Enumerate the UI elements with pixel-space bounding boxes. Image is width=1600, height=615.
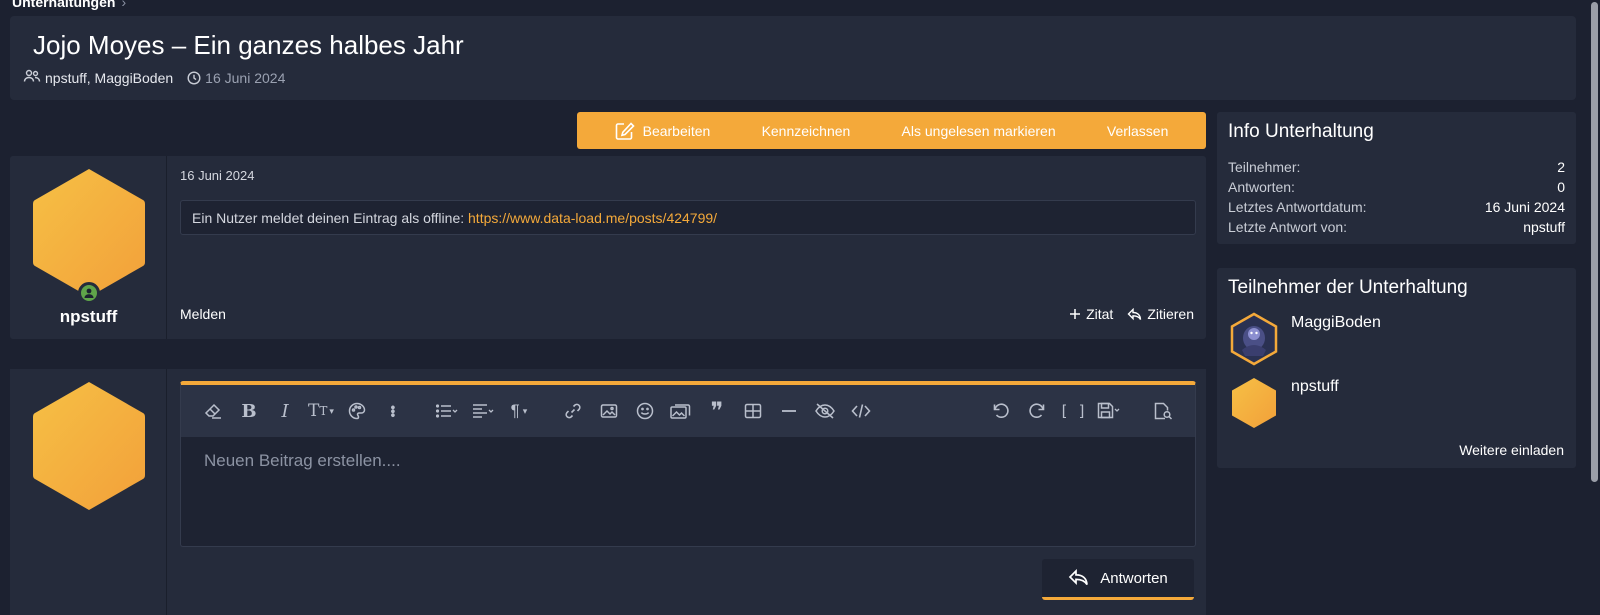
conversation-info-panel: Info Unterhaltung Teilnehmer: 2 Antworte… — [1217, 112, 1576, 244]
message-author[interactable]: npstuff — [10, 307, 167, 327]
participant-item[interactable]: MaggiBoden — [1229, 312, 1381, 366]
more-options-icon[interactable]: ••• — [375, 396, 411, 426]
mark-unread-label: Als ungelesen markieren — [901, 122, 1056, 139]
info-value: 0 — [1557, 179, 1565, 195]
reply-submit-label: Antworten — [1100, 569, 1168, 587]
current-user-avatar — [33, 382, 145, 510]
info-value: 16 Juni 2024 — [1484, 199, 1565, 215]
text-size-icon[interactable]: T T ▾ — [303, 396, 339, 426]
participants-panel-title: Teilnehmer der Unterhaltung — [1228, 277, 1468, 298]
bbcode-toggle-icon[interactable]: [ ] — [1055, 396, 1091, 426]
edit-button[interactable]: Bearbeiten — [615, 121, 711, 140]
info-value[interactable]: npstuff — [1523, 219, 1565, 235]
breadcrumb[interactable]: Unterhaltungen › — [12, 0, 126, 10]
edit-icon — [615, 121, 635, 140]
participants-panel: Teilnehmer der Unterhaltung MaggiBoden n… — [1217, 268, 1576, 468]
info-row-last-reply-by: Letzte Antwort von: npstuff — [1228, 219, 1565, 235]
page-title: Jojo Moyes – Ein ganzes halbes Jahr — [33, 30, 464, 60]
report-link[interactable]: Melden — [180, 306, 226, 322]
message-actions: Zitat Zitieren — [1069, 306, 1194, 322]
link-icon[interactable] — [555, 396, 591, 426]
info-row-last-reply-date: Letztes Antwortdatum: 16 Juni 2024 — [1228, 199, 1565, 215]
scrollbar-thumb[interactable] — [1591, 2, 1598, 482]
conversation-meta: npstuff, MaggiBoden 16 Juni 2024 — [23, 69, 285, 86]
quote-label: Zitieren — [1147, 306, 1194, 322]
info-value: 2 — [1557, 159, 1565, 175]
reply-submit-button[interactable]: Antworten — [1042, 559, 1194, 600]
paragraph-icon[interactable]: ¶ ▾ — [501, 396, 537, 426]
breadcrumb-label[interactable]: Unterhaltungen — [12, 0, 115, 10]
color-palette-icon[interactable] — [339, 396, 375, 426]
participant-item[interactable]: npstuff — [1229, 376, 1339, 430]
clock-icon — [187, 70, 201, 85]
bold-icon[interactable]: B — [231, 396, 267, 426]
list-icon[interactable] — [429, 396, 465, 426]
conversation-action-bar: Bearbeiten Kennzeichnen Als ungelesen ma… — [577, 112, 1206, 149]
message: npstuff 16 Juni 2024 Ein Nutzer meldet d… — [10, 156, 1206, 339]
leave-label: Verlassen — [1106, 122, 1169, 139]
message-user-column: npstuff — [10, 156, 167, 339]
align-icon[interactable] — [465, 396, 501, 426]
quote-plus-label: Zitat — [1086, 306, 1114, 322]
participant-avatar[interactable] — [1229, 312, 1279, 366]
quote-icon[interactable]: ❞ — [699, 396, 735, 426]
info-panel-title: Info Unterhaltung — [1228, 121, 1374, 142]
invite-more-link[interactable]: Weitere einladen — [1459, 442, 1564, 458]
preview-icon[interactable] — [1145, 396, 1181, 426]
flag-button[interactable]: Kennzeichnen — [762, 123, 851, 139]
hide-content-icon[interactable] — [807, 396, 843, 426]
reply-icon — [1069, 569, 1089, 586]
info-label: Letztes Antwortdatum: — [1228, 199, 1367, 215]
info-label: Letzte Antwort von: — [1228, 219, 1348, 235]
avatar[interactable] — [30, 166, 148, 300]
message-text: Ein Nutzer meldet deinen Eintrag als off… — [192, 210, 465, 226]
chevron-right-icon: › — [121, 0, 127, 10]
mark-unread-button[interactable]: Als ungelesen markieren — [902, 123, 1056, 139]
message-link[interactable]: https://www.data-load.me/posts/424799/ — [468, 210, 717, 226]
message-body: Ein Nutzer meldet deinen Eintrag als off… — [180, 200, 1196, 235]
emoji-icon[interactable] — [627, 396, 663, 426]
info-row-participants: Teilnehmer: 2 — [1228, 159, 1565, 175]
rich-text-editor: B I T T ▾ ••• ¶ ▾ ❞ [ ] Neuen Beitrag erste… — [180, 381, 1196, 547]
online-status-icon — [78, 282, 100, 304]
info-row-replies: Antworten: 0 — [1228, 179, 1565, 195]
participant-links[interactable]: npstuff, MaggiBoden — [45, 70, 173, 86]
participant-name[interactable]: npstuff — [1291, 378, 1339, 430]
image-icon[interactable] — [591, 396, 627, 426]
reply-input[interactable]: Neuen Beitrag erstellen.... — [204, 451, 401, 471]
info-label: Antworten: — [1228, 179, 1295, 195]
flag-label: Kennzeichnen — [761, 122, 851, 139]
horizontal-line-icon[interactable] — [771, 396, 807, 426]
users-icon — [23, 69, 41, 86]
scrollbar[interactable] — [1589, 0, 1600, 615]
editor-toolbar: B I T T ▾ ••• ¶ ▾ ❞ [ ] — [181, 385, 1195, 437]
reply-icon — [1127, 307, 1142, 320]
code-icon[interactable] — [843, 396, 879, 426]
participant-avatar[interactable] — [1229, 376, 1279, 430]
quote-plus-button[interactable]: Zitat — [1069, 306, 1113, 322]
reply-form: B I T T ▾ ••• ¶ ▾ ❞ [ ] Neuen Beitrag erste… — [10, 369, 1206, 615]
undo-icon[interactable] — [983, 396, 1019, 426]
edit-label: Bearbeiten — [642, 122, 711, 139]
table-icon[interactable] — [735, 396, 771, 426]
conversation-header: Jojo Moyes – Ein ganzes halbes Jahr npst… — [10, 16, 1576, 100]
info-label: Teilnehmer: — [1228, 159, 1301, 175]
remove-format-icon[interactable] — [195, 396, 231, 426]
reply-user-column — [10, 369, 167, 615]
drafts-icon[interactable] — [1091, 396, 1127, 426]
leave-button[interactable]: Verlassen — [1107, 123, 1168, 139]
plus-icon — [1070, 309, 1081, 319]
participant-name[interactable]: MaggiBoden — [1291, 314, 1381, 366]
conversation-date: 16 Juni 2024 — [205, 69, 286, 86]
quote-button[interactable]: Zitieren — [1127, 306, 1194, 322]
message-date[interactable]: 16 Juni 2024 — [180, 168, 254, 183]
media-gallery-icon[interactable] — [663, 396, 699, 426]
italic-icon[interactable]: I — [267, 396, 303, 426]
redo-icon[interactable] — [1019, 396, 1055, 426]
